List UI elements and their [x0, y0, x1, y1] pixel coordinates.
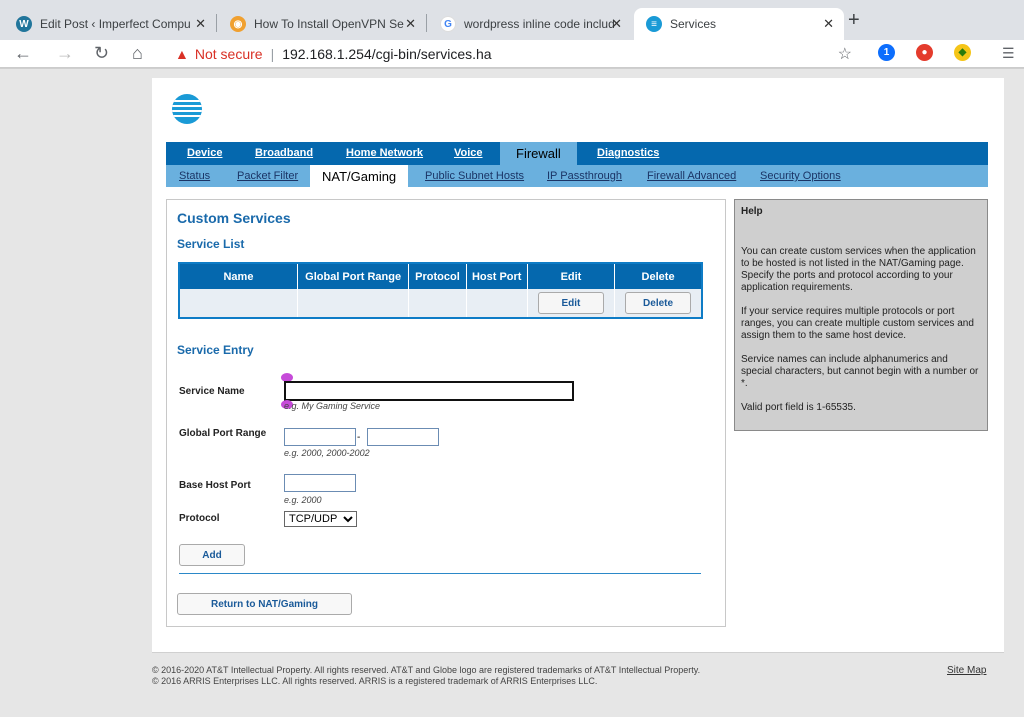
site-map-link[interactable]: Site Map [947, 665, 986, 676]
google-icon: G [440, 16, 456, 32]
column-header: Host Port [466, 263, 528, 289]
sub-nav: Status Packet Filter NAT/Gaming Public S… [166, 165, 988, 187]
host-port-cell [466, 289, 528, 318]
service-name-hint: e.g. My Gaming Service [284, 401, 381, 411]
nav-diagnostics[interactable]: Diagnostics [597, 147, 659, 159]
edit-cell: Edit [527, 289, 616, 318]
footer: © 2016-2020 AT&T Intellectual Property. … [152, 665, 700, 687]
divider [179, 573, 701, 574]
protocol-label: Protocol [179, 513, 220, 524]
help-paragraph: If your service requires multiple protoc… [741, 306, 974, 341]
help-paragraph: You can create custom services when the … [741, 246, 976, 293]
nav-device[interactable]: Device [187, 147, 222, 159]
browser-toolbar: ← → ↻ ⌂ ▲ Not secure | 192.168.1.254/cgi… [0, 40, 1024, 68]
close-icon[interactable]: ✕ [405, 16, 416, 32]
reading-list-icon[interactable]: ☰ [1002, 45, 1015, 62]
forward-icon[interactable]: → [56, 43, 74, 64]
service-name-label: Service Name [179, 386, 245, 397]
column-header: Name [179, 263, 298, 289]
att-globe-logo [172, 94, 202, 124]
main-nav: Device Broadband Home Network Voice Fire… [166, 142, 988, 165]
browser-tab-strip: W Edit Post ‹ Imperfect Computing ✕ ◉ Ho… [0, 0, 1024, 40]
att-icon: ≡ [646, 16, 662, 32]
protocol-select[interactable]: TCP/UDP [284, 511, 357, 527]
column-header: Protocol [408, 263, 467, 289]
tab-title: Edit Post ‹ Imperfect Computing [40, 17, 190, 31]
add-button[interactable]: Add [179, 544, 245, 566]
return-to-nat-gaming-button[interactable]: Return to NAT/Gaming [177, 593, 352, 615]
tab-services[interactable]: ≡ Services ✕ [634, 8, 844, 40]
port-range-dash: - [357, 432, 361, 443]
tab-title: wordpress inline code include co [464, 17, 614, 31]
tab-edit-post[interactable]: W Edit Post ‹ Imperfect Computing ✕ [4, 8, 216, 40]
service-list-title: Service List [177, 237, 245, 251]
nav-home-network[interactable]: Home Network [346, 147, 423, 159]
close-icon[interactable]: ✕ [195, 16, 206, 32]
port-range-cell [297, 289, 410, 318]
page-title: Custom Services [177, 210, 291, 226]
subnav-packet-filter[interactable]: Packet Filter [237, 170, 298, 182]
warning-icon: ▲ [175, 46, 189, 62]
subnav-firewall-advanced[interactable]: Firewall Advanced [647, 170, 736, 182]
port-range-end-input[interactable] [367, 428, 439, 446]
adblock-icon[interactable]: ● [916, 44, 933, 61]
close-icon[interactable]: ✕ [611, 16, 622, 32]
host-port-hint: e.g. 2000 [284, 495, 322, 505]
home-icon[interactable]: ⌂ [132, 43, 143, 64]
copyright-arris: © 2016 ARRIS Enterprises LLC. All rights… [152, 676, 598, 686]
subnav-public-subnet-hosts[interactable]: Public Subnet Hosts [425, 170, 524, 182]
help-title: Help [741, 206, 763, 217]
table-row: Edit Delete [179, 289, 703, 318]
close-icon[interactable]: ✕ [823, 16, 834, 32]
host-port-label: Base Host Port [179, 480, 251, 491]
url-text[interactable]: 192.168.1.254/cgi-bin/services.ha [282, 46, 491, 62]
host-port-input[interactable] [284, 474, 356, 492]
router-page: Device Broadband Home Network Voice Fire… [152, 78, 1004, 653]
protocol-cell [408, 289, 467, 318]
back-icon[interactable]: ← [14, 43, 32, 64]
tab-openvpn[interactable]: ◉ How To Install OpenVPN Server o ✕ [218, 8, 426, 40]
service-name-input[interactable] [284, 381, 574, 401]
service-entry-title: Service Entry [177, 343, 254, 357]
service-name-cell [179, 289, 298, 318]
wordpress-icon: W [16, 16, 32, 32]
subnav-nat-gaming[interactable]: NAT/Gaming [310, 165, 409, 187]
help-paragraph: Service names can include alphanumerics … [741, 354, 979, 389]
nav-voice[interactable]: Voice [454, 147, 483, 159]
port-range-hint: e.g. 2000, 2000-2002 [284, 448, 370, 458]
subnav-ip-passthrough[interactable]: IP Passthrough [547, 170, 622, 182]
nav-broadband[interactable]: Broadband [255, 147, 313, 159]
help-panel: Help You can create custom services when… [734, 199, 988, 431]
tab-title: Services [670, 17, 717, 31]
address-bar[interactable]: ▲ Not secure | 192.168.1.254/cgi-bin/ser… [165, 41, 860, 67]
table-header-row: Name Global Port Range Protocol Host Por… [179, 263, 703, 289]
subnav-security-options[interactable]: Security Options [760, 170, 841, 182]
bookmark-star-icon[interactable]: ☆ [838, 44, 852, 64]
column-header: Edit [527, 263, 616, 289]
port-range-label: Global Port Range [179, 428, 267, 439]
port-range-start-input[interactable] [284, 428, 356, 446]
custom-services-panel: Custom Services Service List Name Global… [166, 199, 726, 627]
column-header: Global Port Range [297, 263, 410, 289]
new-tab-icon[interactable]: + [848, 9, 860, 32]
nav-firewall[interactable]: Firewall [500, 142, 577, 165]
security-label[interactable]: Not secure [195, 46, 263, 62]
tab-title: How To Install OpenVPN Server o [254, 17, 404, 31]
openvpn-icon: ◉ [230, 16, 246, 32]
help-paragraph: Valid port field is 1-65535. [741, 402, 856, 413]
delete-button[interactable]: Delete [625, 292, 692, 314]
password-manager-icon[interactable]: 1 [878, 44, 895, 61]
service-list-table: Name Global Port Range Protocol Host Por… [178, 262, 703, 319]
column-header: Delete [614, 263, 703, 289]
extension-icon[interactable]: ◆ [954, 44, 971, 61]
reload-icon[interactable]: ↻ [94, 43, 109, 64]
tab-google-search[interactable]: G wordpress inline code include co ✕ [428, 8, 632, 40]
delete-cell: Delete [614, 289, 703, 318]
subnav-status[interactable]: Status [179, 170, 210, 182]
copyright-att: © 2016-2020 AT&T Intellectual Property. … [152, 665, 701, 675]
edit-button[interactable]: Edit [537, 292, 604, 314]
